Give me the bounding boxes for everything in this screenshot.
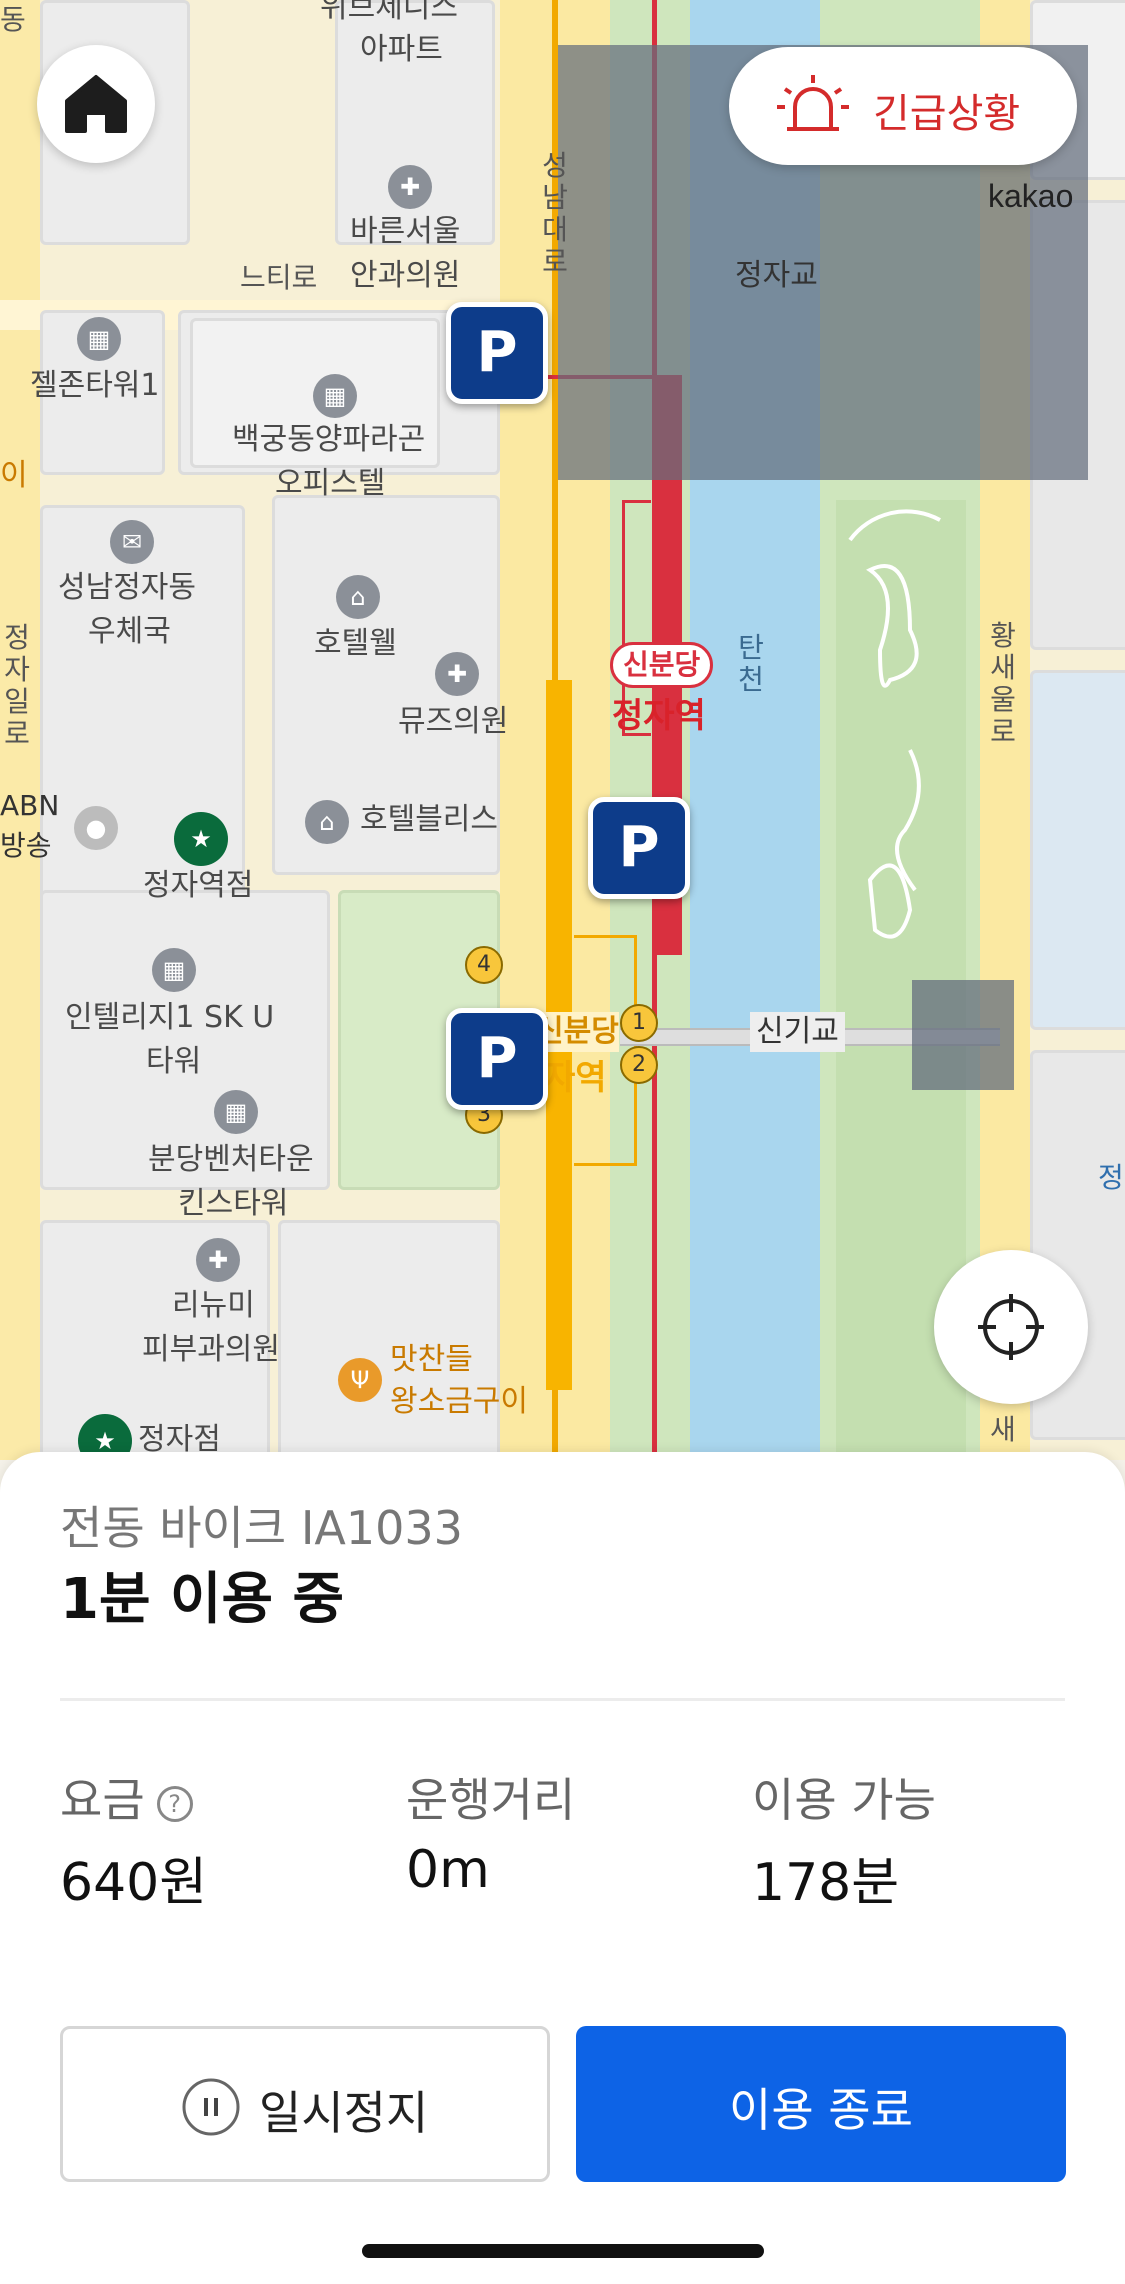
parking-marker[interactable]: P <box>446 1008 548 1110</box>
ride-status-title: 1분 이용 중 <box>60 1567 345 1632</box>
subway-exit-marker[interactable]: 4 <box>465 946 503 984</box>
station-badge[interactable]: 신분당 <box>610 642 714 688</box>
poi-label[interactable]: 호텔블리스 <box>360 800 498 840</box>
emergency-label: 긴급상황 <box>873 91 1021 137</box>
building-icon: ▦ <box>214 1090 258 1134</box>
ride-status-sheet: 전동 바이크 IA1033 1분 이용 중 요금? 640원 운행거리 0m 이… <box>0 1452 1125 2284</box>
area-label: 이 <box>0 458 28 493</box>
road-label: 성남대로 <box>542 149 568 278</box>
poi-label[interactable]: 아파트 <box>360 30 443 70</box>
poi-label[interactable]: 백궁동양파라곤 <box>232 420 425 460</box>
station-name[interactable]: 자역 <box>544 1058 607 1098</box>
alarm-siren-icon <box>777 75 849 131</box>
road-label: 황새울로 <box>990 619 1016 748</box>
poi-label[interactable]: 젤존타워1 <box>30 366 160 406</box>
map-view[interactable]: 위브제니스 아파트 동 성남대로 느티로 ✚ 바른서울 안과의원 정자교 kak… <box>0 0 1125 1460</box>
starbucks-icon: ★ <box>174 812 228 866</box>
poi-label[interactable]: 뮤즈의원 <box>398 702 508 742</box>
poi-label[interactable]: 리뉴미 <box>172 1286 255 1326</box>
poi-label[interactable]: 오피스텔 <box>275 464 385 504</box>
poi-label[interactable]: 위브제니스 <box>320 0 458 28</box>
hotel-icon: ⌂ <box>305 800 349 844</box>
divider <box>60 1698 1065 1701</box>
vehicle-label: 전동 바이크 IA1033 <box>60 1501 463 1555</box>
station-name[interactable]: 정자역 <box>612 696 706 736</box>
overlay-shade <box>912 980 1014 1090</box>
pause-button[interactable]: 일시정지 <box>60 2026 550 2182</box>
pause-label: 일시정지 <box>259 2086 429 2140</box>
hospital-icon: ✚ <box>435 652 479 696</box>
end-ride-button[interactable]: 이용 종료 <box>576 2026 1066 2182</box>
poi-label[interactable]: ABN <box>0 786 59 826</box>
poi-label[interactable]: 방송 <box>0 826 52 866</box>
fare-value: 640원 <box>60 1853 208 1913</box>
building-icon: ▦ <box>313 374 357 418</box>
fare-label: 요금? <box>60 1764 193 1830</box>
poi-label[interactable]: 킨스타워 <box>178 1184 288 1224</box>
river-label: 탄천 <box>738 631 764 696</box>
help-icon[interactable]: ? <box>156 1785 193 1822</box>
poi-label[interactable]: 바른서울 <box>350 212 460 252</box>
poi-label[interactable]: 호텔웰 <box>314 624 397 664</box>
poi-label[interactable]: 정자역점 <box>143 866 253 906</box>
restaurant-icon: Ψ <box>338 1358 382 1402</box>
poi-label[interactable]: 피부과의원 <box>142 1330 280 1370</box>
available-time-value: 178분 <box>752 1853 900 1913</box>
home-indicator[interactable] <box>362 2244 764 2258</box>
distance-label: 운행거리 <box>406 1773 576 1827</box>
building-icon: ▦ <box>77 317 121 361</box>
station-badge[interactable]: 신분당 <box>536 1012 619 1052</box>
area-label: 정 <box>1098 1161 1124 1194</box>
road-label: 새 <box>990 1413 1016 1446</box>
post-office-icon: ✉ <box>110 520 154 564</box>
pause-icon <box>182 2078 240 2136</box>
home-button[interactable] <box>37 45 155 163</box>
available-time-label: 이용 가능 <box>752 1773 936 1827</box>
poi-label[interactable]: 맛찬들 <box>390 1340 473 1380</box>
poi-label[interactable]: 인텔리지1 SK U <box>65 998 274 1038</box>
locate-me-button[interactable] <box>934 1250 1088 1404</box>
poi-label[interactable]: 성남정자동 <box>58 568 196 608</box>
road-label: 정자일로 <box>4 621 30 750</box>
building-icon: ▦ <box>152 948 196 992</box>
hotel-icon: ⌂ <box>336 575 380 619</box>
end-ride-label: 이용 종료 <box>729 2083 913 2137</box>
subway-exit-marker[interactable]: 1 <box>620 1004 658 1042</box>
poi-label[interactable]: 타워 <box>146 1042 201 1082</box>
area-label: 동 <box>0 3 26 36</box>
distance-value: 0m <box>406 1840 490 1900</box>
poi-label[interactable]: 분당벤처타운 <box>148 1140 314 1180</box>
subway-exit-marker[interactable]: 2 <box>620 1046 658 1084</box>
road-label: 느티로 <box>240 261 318 294</box>
city-block <box>1030 670 1125 1030</box>
emergency-button[interactable]: 긴급상황 <box>729 47 1077 165</box>
park-pond-icon <box>848 509 941 939</box>
bridge-label: 신기교 <box>750 1012 845 1052</box>
poi-label[interactable]: 왕소금구이 <box>390 1382 528 1422</box>
broadcast-icon: ● <box>74 806 118 850</box>
parking-marker[interactable]: P <box>588 797 690 899</box>
parking-marker[interactable]: P <box>446 302 548 404</box>
poi-label[interactable]: 안과의원 <box>350 256 460 296</box>
poi-label[interactable]: 우체국 <box>88 612 171 652</box>
bridge-label: 정자교 <box>735 258 818 293</box>
home-icon <box>65 75 127 133</box>
hospital-icon: ✚ <box>388 165 432 209</box>
kakao-logo: kakao <box>988 178 1074 214</box>
hospital-icon: ✚ <box>196 1238 240 1282</box>
crosshair-icon <box>978 1294 1044 1360</box>
